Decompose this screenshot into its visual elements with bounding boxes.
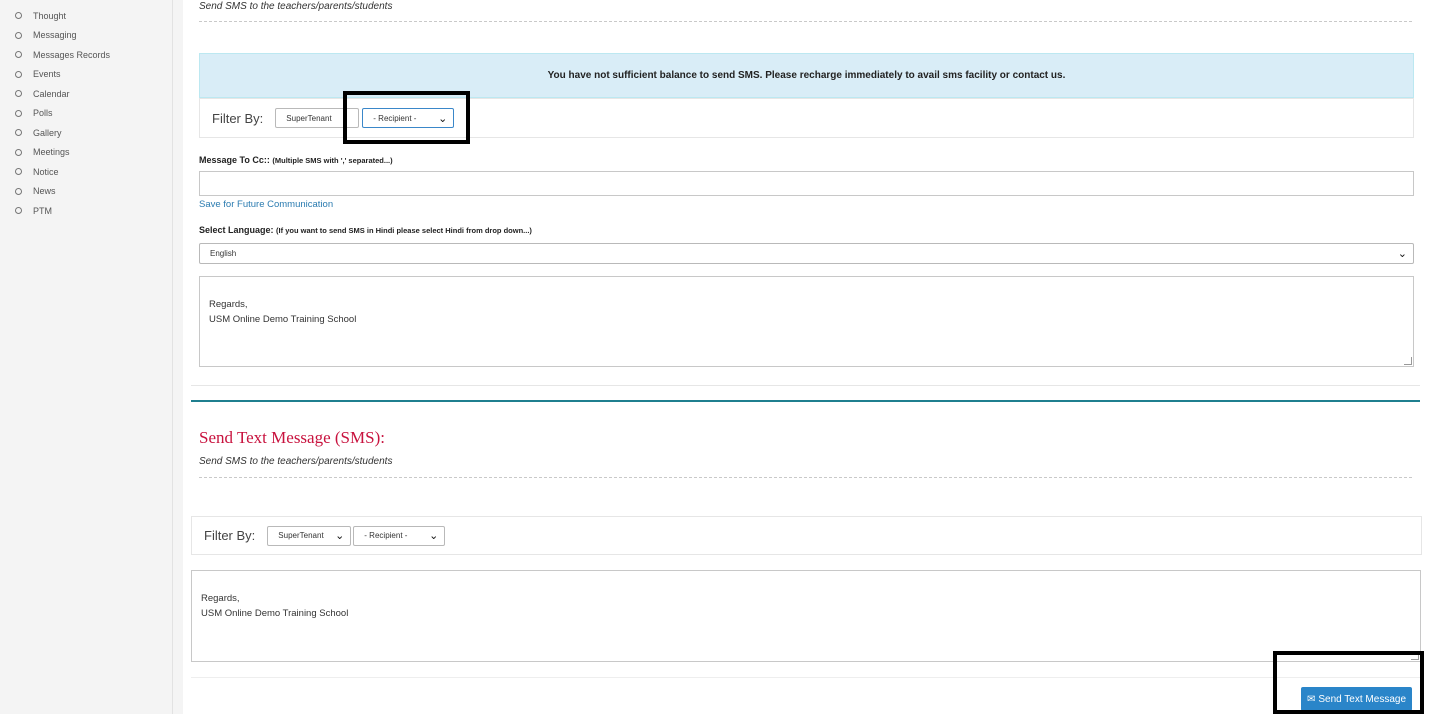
message-textarea[interactable]: Regards, USM Online Demo Training School [199, 276, 1414, 367]
sidebar-item-label: Thought [33, 10, 67, 21]
recipient-select-value: - Recipient - [364, 531, 408, 540]
circle-icon [15, 168, 22, 176]
filter-label: Filter By: [212, 110, 264, 126]
divider [199, 477, 1412, 478]
circle-icon [15, 31, 22, 39]
message-line-school: USM Online Demo Training School [209, 314, 357, 325]
sidebar-item-calendar[interactable]: Calendar [0, 84, 172, 104]
sidebar-item-label: Events [33, 69, 61, 80]
message-line-regards: Regards, [201, 593, 240, 604]
resize-handle[interactable] [1411, 652, 1419, 660]
sms-message-textarea[interactable]: Regards, USM Online Demo Training School [191, 570, 1421, 662]
circle-icon [15, 148, 22, 156]
language-select-value: English [210, 249, 237, 258]
sidebar-item-label: News [33, 186, 56, 197]
resize-handle[interactable] [1404, 357, 1412, 365]
alert-text: You have not sufficient balance to send … [547, 70, 1066, 81]
send-text-message-button[interactable]: ✉ Send Text Message [1301, 687, 1412, 711]
language-hint: (If you want to send SMS in Hindi please… [276, 226, 532, 235]
message-line-school: USM Online Demo Training School [201, 608, 349, 619]
recipient-select-value: - Recipient - [373, 113, 417, 123]
sidebar-item-label: PTM [33, 205, 52, 216]
sidebar-item-thought[interactable]: Thought [0, 6, 172, 26]
sidebar-item-ptm[interactable]: PTM [0, 201, 172, 221]
sidebar-item-meetings[interactable]: Meetings [0, 143, 172, 163]
sidebar-item-polls[interactable]: Polls [0, 104, 172, 124]
main-content: Send SMS to the teachers/parents/student… [183, 0, 1440, 714]
sidebar-item-label: Calendar [33, 88, 70, 99]
message-line-regards: Regards, [209, 299, 248, 310]
divider [191, 677, 1420, 678]
chevron-down-icon: ⌄ [335, 530, 345, 542]
recipient-select[interactable]: - Recipient - ⌄ [362, 108, 455, 128]
balance-alert: You have not sufficient balance to send … [199, 53, 1414, 98]
circle-icon [15, 70, 22, 78]
filter-bar: Filter By: SuperTenant - Recipient - ⌄ [199, 98, 1414, 138]
sidebar-item-messages-records[interactable]: Messages Records [0, 45, 172, 65]
circle-icon [15, 187, 22, 195]
sidebar-item-news[interactable]: News [0, 182, 172, 202]
sidebar-item-notice[interactable]: Notice [0, 162, 172, 182]
divider [191, 385, 1420, 386]
divider [199, 21, 1412, 22]
circle-icon [15, 109, 22, 117]
sidebar-menu: Thought Messaging Messages Records Event… [0, 0, 172, 221]
save-for-future-link[interactable]: Save for Future Communication [199, 199, 333, 210]
chevron-down-icon: ⌄ [438, 112, 448, 125]
section-rule [191, 400, 1420, 402]
sidebar-item-gallery[interactable]: Gallery [0, 123, 172, 143]
sidebar-item-label: Notice [33, 166, 59, 177]
cc-hint: (Multiple SMS with ',' separated...) [272, 156, 393, 165]
section-title: Send Text Message (SMS): [199, 428, 385, 447]
language-label: Select Language: (If you want to send SM… [199, 225, 532, 235]
chevron-down-icon: ⌄ [429, 530, 439, 542]
section-subtitle: Send SMS to the teachers/parents/student… [199, 456, 393, 467]
filter-label: Filter By: [204, 528, 256, 543]
sidebar-item-label: Polls [33, 108, 53, 119]
language-select[interactable]: English ⌄ [199, 243, 1414, 264]
content-gutter [173, 0, 183, 714]
tenant-select[interactable]: SuperTenant [275, 108, 360, 128]
sidebar-item-label: Messaging [33, 30, 77, 41]
sidebar-item-events[interactable]: Events [0, 65, 172, 85]
circle-icon [15, 207, 22, 215]
sidebar-item-label: Gallery [33, 127, 62, 138]
cc-label-text: Message To Cc:: [199, 155, 270, 165]
section-subtitle: Send SMS to the teachers/parents/student… [199, 1, 393, 12]
recipient-select[interactable]: - Recipient - ⌄ [353, 525, 446, 546]
sidebar-item-label: Meetings [33, 147, 70, 158]
sidebar-item-label: Messages Records [33, 49, 111, 60]
circle-icon [15, 51, 22, 59]
circle-icon [15, 12, 22, 20]
circle-icon [15, 129, 22, 137]
language-label-text: Select Language: [199, 225, 274, 235]
envelope-icon: ✉ [1306, 693, 1316, 705]
circle-icon [15, 90, 22, 98]
sidebar-item-messaging[interactable]: Messaging [0, 26, 172, 46]
tenant-select-value: SuperTenant [278, 531, 324, 540]
tenant-select[interactable]: SuperTenant ⌄ [267, 525, 352, 546]
chevron-down-icon: ⌄ [1397, 248, 1407, 260]
sidebar: Thought Messaging Messages Records Event… [0, 0, 173, 714]
send-button-label: Send Text Message [1318, 693, 1407, 705]
cc-label: Message To Cc:: (Multiple SMS with ',' s… [199, 155, 393, 165]
filter-bar: Filter By: SuperTenant ⌄ - Recipient - ⌄ [191, 516, 1422, 555]
cc-input[interactable] [199, 171, 1414, 196]
tenant-select-value: SuperTenant [286, 113, 332, 123]
